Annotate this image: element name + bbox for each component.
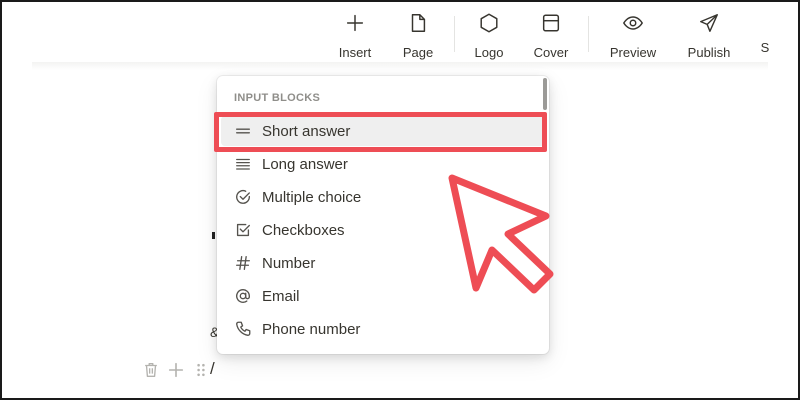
at-icon (233, 286, 253, 306)
text-cursor-fragment (212, 232, 215, 239)
page-icon (407, 10, 429, 39)
logo-button[interactable]: Logo (471, 10, 507, 62)
add-block-icon[interactable] (165, 359, 187, 381)
cover-label: Cover (533, 45, 569, 60)
slash-command-text[interactable]: / (210, 359, 215, 379)
logo-label: Logo (474, 45, 504, 60)
menu-item-label: Email (262, 287, 300, 305)
page-label: Page (402, 45, 434, 60)
long-answer-icon (233, 154, 253, 174)
square-check-icon (233, 220, 253, 240)
highlight-box (214, 112, 547, 152)
menu-item-label: Number (262, 254, 316, 272)
publish-label: Publish (687, 45, 731, 60)
trash-icon[interactable] (140, 359, 162, 381)
eye-icon (622, 10, 644, 39)
phone-icon (233, 319, 253, 339)
block-controls (140, 358, 215, 382)
menu-item-label: Phone number (262, 320, 361, 338)
toolbar-divider (454, 16, 455, 52)
toolbar-divider (588, 16, 589, 52)
page-button[interactable]: Page (400, 10, 436, 62)
menu-item-label: Checkboxes (262, 221, 345, 239)
pointer-arrow-icon (448, 174, 554, 294)
settings-button[interactable]: S (759, 10, 771, 62)
preview-label: Preview (609, 45, 657, 60)
menu-item-label: Multiple choice (262, 188, 362, 206)
top-toolbar: Insert Page Logo Cover Preview Publish S (2, 10, 798, 62)
menu-item-label: Long answer (262, 155, 348, 173)
menu-heading: INPUT BLOCKS (234, 92, 321, 104)
circle-check-icon (233, 187, 253, 207)
insert-button[interactable]: Insert (337, 10, 373, 62)
menu-item-phone-number[interactable]: Phone number (221, 314, 545, 344)
hash-icon (233, 253, 253, 273)
plus-icon (344, 10, 366, 39)
drag-handle-icon[interactable] (190, 359, 212, 381)
hexagon-icon (478, 10, 500, 39)
send-icon (698, 10, 720, 39)
cover-icon (540, 10, 562, 39)
toolbar-shadow (32, 62, 768, 70)
settings-label: S (760, 40, 770, 55)
menu-scrollbar[interactable] (543, 78, 547, 110)
publish-button[interactable]: Publish (685, 10, 733, 62)
preview-button[interactable]: Preview (609, 10, 657, 62)
insert-label: Insert (338, 45, 372, 60)
app-window: Insert Page Logo Cover Preview Publish S… (0, 0, 800, 400)
cover-button[interactable]: Cover (532, 10, 570, 62)
